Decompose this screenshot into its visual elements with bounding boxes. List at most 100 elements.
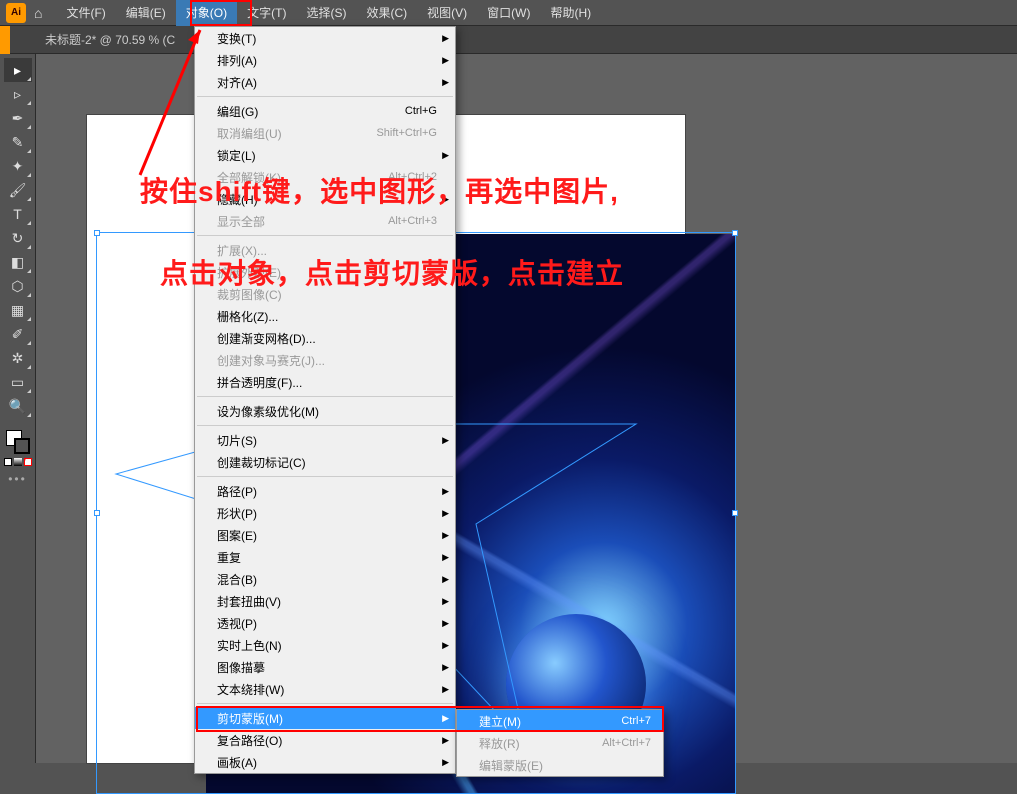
menu-view[interactable]: 视图(V): [417, 0, 477, 26]
zoom-tool[interactable]: 🔍: [4, 394, 32, 418]
menu-item-label: 编组(G): [217, 103, 405, 120]
submenu-arrow-icon: ▶: [442, 662, 449, 673]
menu-item[interactable]: 形状(P)▶: [195, 502, 455, 524]
canvas-area[interactable]: [36, 54, 1017, 763]
color-mode-row[interactable]: /: [4, 458, 32, 466]
menu-item[interactable]: 图案(E)▶: [195, 524, 455, 546]
menu-item[interactable]: 实时上色(N) ▶: [195, 634, 455, 656]
menu-item[interactable]: 图像描摹▶: [195, 656, 455, 678]
menu-item-label: 锁定(L): [217, 147, 437, 164]
more-tools[interactable]: •••: [8, 472, 27, 486]
menu-item-label: 变换(T): [217, 30, 437, 47]
menu-item-label: 混合(B): [217, 571, 437, 588]
menu-item[interactable]: 封套扭曲(V)▶: [195, 590, 455, 612]
brush-tool[interactable]: 🖌: [4, 178, 32, 202]
menu-item[interactable]: 路径(P)▶: [195, 480, 455, 502]
menu-item-label: 重复: [217, 549, 437, 566]
eyedropper-tool[interactable]: ✐: [4, 322, 32, 346]
menu-file[interactable]: 文件(F): [56, 0, 115, 26]
menu-item-label: 排列(A): [217, 52, 437, 69]
submenu-arrow-icon: ▶: [442, 530, 449, 541]
menu-item-label: 实时上色(N): [217, 637, 437, 654]
menu-item[interactable]: 透视(P)▶: [195, 612, 455, 634]
menu-item[interactable]: 剪切蒙版(M)▶: [195, 707, 455, 729]
menu-edit[interactable]: 编辑(E): [116, 0, 176, 26]
submenu-arrow-icon: ▶: [442, 640, 449, 651]
submenu-arrow-icon: ▶: [442, 77, 449, 88]
submenu-arrow-icon: ▶: [442, 596, 449, 607]
submenu-arrow-icon: ▶: [442, 574, 449, 585]
selection-tool[interactable]: ▸: [4, 58, 32, 82]
object-menu-dropdown: 变换(T)▶排列(A)▶对齐(A)▶编组(G)Ctrl+G取消编组(U)Shif…: [194, 26, 456, 774]
menu-item-shortcut: Alt+Ctrl+2: [388, 171, 437, 183]
menu-item[interactable]: 编组(G)Ctrl+G: [195, 100, 455, 122]
menu-item[interactable]: 混合(B) ▶: [195, 568, 455, 590]
menu-item: 取消编组(U)Shift+Ctrl+G: [195, 122, 455, 144]
submenu-arrow-icon: ▶: [442, 552, 449, 563]
submenu-item-label: 释放(R): [479, 735, 602, 752]
menu-effect[interactable]: 效果(C): [356, 0, 417, 26]
menu-text[interactable]: 文字(T): [237, 0, 296, 26]
shape-builder-tool[interactable]: ⬡: [4, 274, 32, 298]
symbol-sprayer-tool[interactable]: ✲: [4, 346, 32, 370]
menu-object[interactable]: 对象(O): [176, 0, 237, 26]
menu-item-shortcut: Alt+Ctrl+3: [388, 215, 437, 227]
menu-item[interactable]: 锁定(L) ▶: [195, 144, 455, 166]
submenu-arrow-icon: ▶: [442, 735, 449, 746]
artboard-tool[interactable]: ▭: [4, 370, 32, 394]
submenu-item-shortcut: Alt+Ctrl+7: [602, 737, 651, 749]
wand-tool[interactable]: ✦: [4, 154, 32, 178]
submenu-arrow-icon: ▶: [442, 150, 449, 161]
menu-item[interactable]: 拼合透明度(F)...: [195, 371, 455, 393]
pen-tool[interactable]: ✒: [4, 106, 32, 130]
toolbox: ▸ ▹ ✒ ✎ ✦ 🖌 T ↻ ◧ ⬡ ▦ ✐ ✲ ▭ 🔍 / •••: [0, 54, 36, 763]
menu-item[interactable]: 复合路径(O)▶: [195, 729, 455, 751]
menu-separator: [197, 235, 453, 236]
direct-selection-tool[interactable]: ▹: [4, 82, 32, 106]
menu-item-label: 取消编组(U): [217, 125, 376, 142]
menu-item[interactable]: 创建渐变网格(D)...: [195, 327, 455, 349]
submenu-item[interactable]: 建立(M)Ctrl+7: [457, 710, 663, 732]
type-tool[interactable]: T: [4, 202, 32, 226]
menu-item[interactable]: 创建裁切标记(C): [195, 451, 455, 473]
menu-item[interactable]: 隐藏(H)▶: [195, 188, 455, 210]
accent-stripe: [0, 26, 10, 54]
fill-stroke-swatch[interactable]: [6, 430, 30, 454]
menu-help[interactable]: 帮助(H): [540, 0, 601, 26]
curvature-tool[interactable]: ✎: [4, 130, 32, 154]
eraser-tool[interactable]: ◧: [4, 250, 32, 274]
menu-item-label: 创建裁切标记(C): [217, 454, 437, 471]
menu-item[interactable]: 栅格化(Z)...: [195, 305, 455, 327]
menu-item-label: 拼合透明度(F)...: [217, 374, 437, 391]
menu-item-shortcut: Ctrl+G: [405, 105, 437, 117]
submenu-arrow-icon: ▶: [442, 435, 449, 446]
menu-item-label: 切片(S): [217, 432, 437, 449]
submenu-arrow-icon: ▶: [442, 33, 449, 44]
menu-item: 裁剪图像(C): [195, 283, 455, 305]
top-bar: Ai ⌂ 文件(F) 编辑(E) 对象(O) 文字(T) 选择(S) 效果(C)…: [0, 0, 1017, 26]
menu-item-label: 扩展(X)...: [217, 242, 437, 259]
menu-select[interactable]: 选择(S): [296, 0, 356, 26]
menu-item: 扩展(X)...: [195, 239, 455, 261]
menu-item[interactable]: 排列(A) ▶: [195, 49, 455, 71]
gradient-tool[interactable]: ▦: [4, 298, 32, 322]
rotate-tool[interactable]: ↻: [4, 226, 32, 250]
menu-item[interactable]: 画板(A)▶: [195, 751, 455, 773]
submenu-arrow-icon: ▶: [442, 55, 449, 66]
menu-item-shortcut: Shift+Ctrl+G: [376, 127, 437, 139]
menu-item[interactable]: 重复 ▶: [195, 546, 455, 568]
menu-item-label: 裁剪图像(C): [217, 286, 437, 303]
menu-item[interactable]: 设为像素级优化(M): [195, 400, 455, 422]
document-tab[interactable]: 未标题-2* @ 70.59 % (C: [45, 31, 175, 48]
menu-item[interactable]: 切片(S) ▶: [195, 429, 455, 451]
submenu-arrow-icon: ▶: [442, 486, 449, 497]
menu-item[interactable]: 变换(T) ▶: [195, 27, 455, 49]
menu-item[interactable]: 对齐(A)▶: [195, 71, 455, 93]
menu-window[interactable]: 窗口(W): [477, 0, 540, 26]
home-icon[interactable]: ⌂: [34, 5, 42, 21]
menu-item[interactable]: 文本绕排(W)▶: [195, 678, 455, 700]
menu-item-label: 文本绕排(W): [217, 681, 437, 698]
menu-item: 显示全部Alt+Ctrl+3: [195, 210, 455, 232]
submenu-arrow-icon: ▶: [442, 508, 449, 519]
submenu-arrow-icon: ▶: [442, 713, 449, 724]
